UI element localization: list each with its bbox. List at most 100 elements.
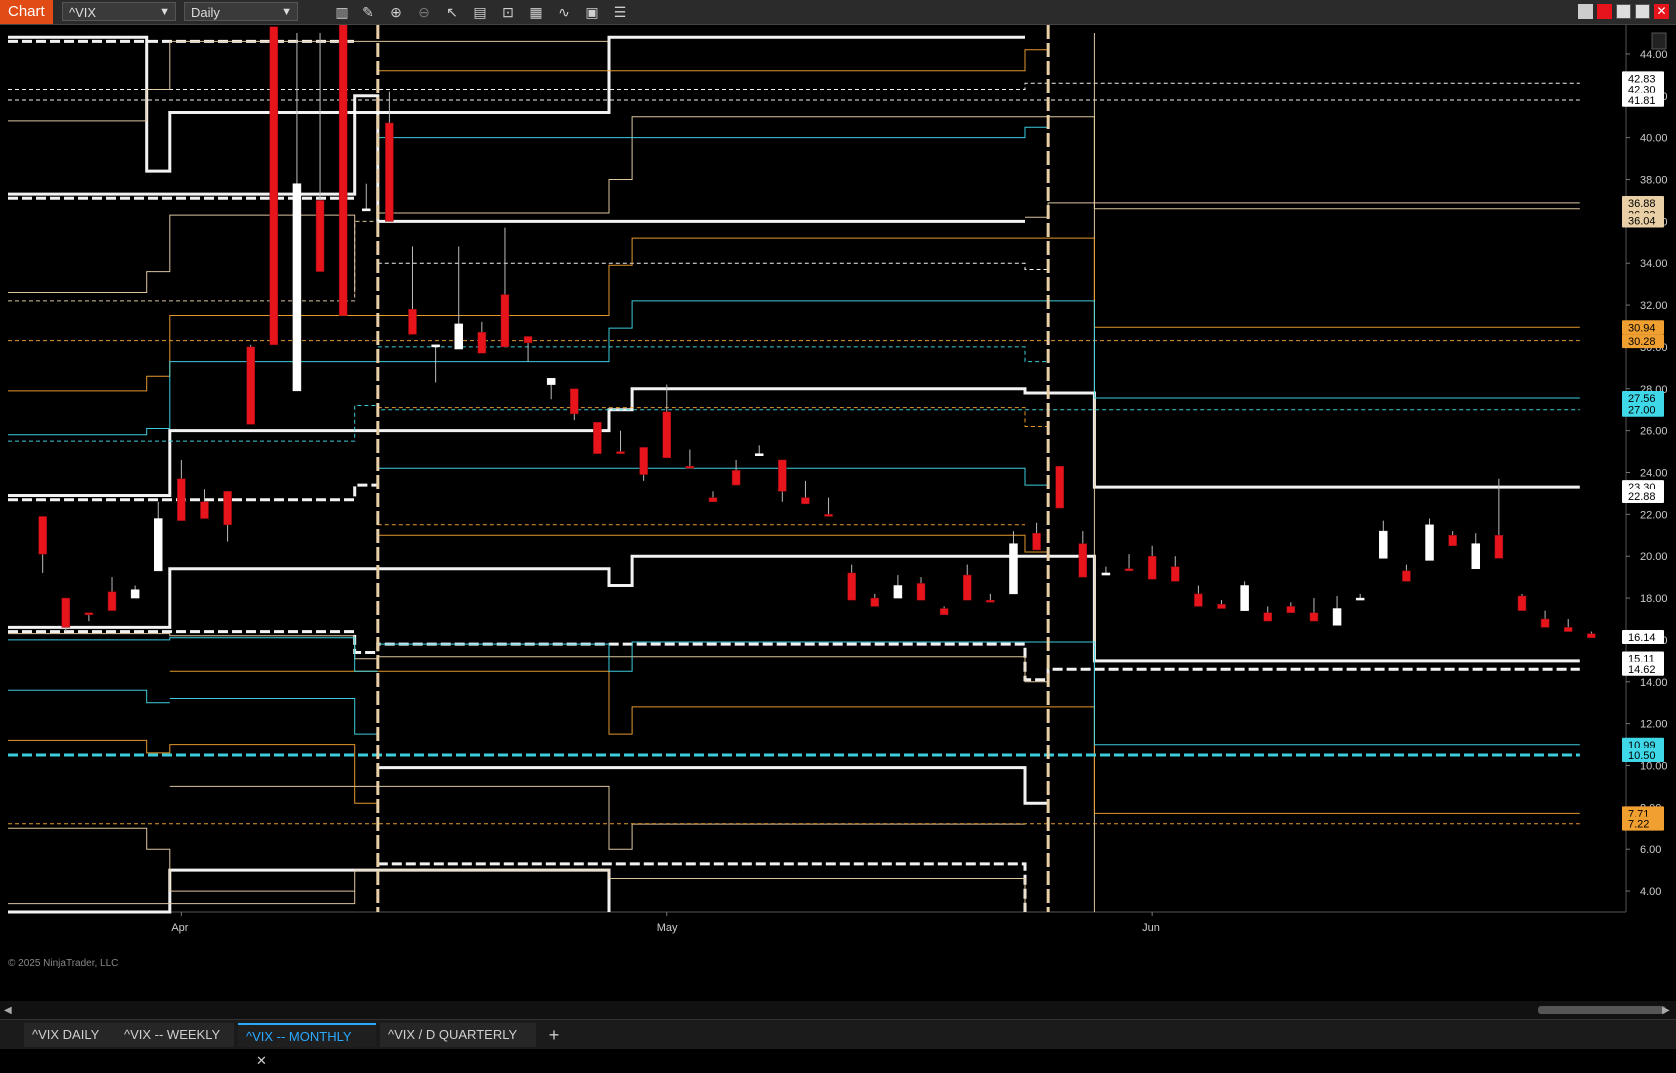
y-tick-label: 22.00 <box>1640 509 1668 521</box>
candle-body <box>130 589 140 599</box>
copyright-text: © 2025 NinjaTrader, LLC <box>8 958 119 969</box>
candle-body <box>362 208 371 212</box>
bar-type-icon[interactable]: ▥ <box>332 2 352 22</box>
y-tick-label: 40.00 <box>1640 133 1668 145</box>
indicators-icon[interactable]: ▦ <box>526 2 546 22</box>
y-tick-label: 44.00 <box>1640 49 1668 61</box>
zoom-out-icon[interactable]: ⊖ <box>414 2 434 22</box>
add-tab-icon[interactable]: + <box>543 1023 565 1047</box>
candle-body <box>223 491 232 526</box>
candle-body <box>1448 535 1457 546</box>
candle-body <box>1078 543 1088 578</box>
price-marker-label: 10.50 <box>1628 750 1656 762</box>
candle-body <box>1009 543 1018 595</box>
candle-body <box>1517 595 1527 611</box>
x-axis-labels: Apr May Jun <box>171 912 1160 934</box>
candle-body <box>1240 585 1249 611</box>
candle-body <box>778 459 787 492</box>
template-icon[interactable]: ⊡ <box>498 2 518 22</box>
candle-body <box>847 572 856 601</box>
candle-body <box>431 344 440 348</box>
candle-body <box>408 309 417 335</box>
price-marker-label: 41.81 <box>1628 95 1656 107</box>
y-axis-ticks: 4.006.008.0010.0012.0014.0016.0018.0020.… <box>1626 49 1668 898</box>
tab-vix-weekly[interactable]: ^VIX -- WEEKLY <box>116 1023 234 1047</box>
maximize-icon[interactable] <box>1635 4 1650 19</box>
candle-body <box>893 585 903 599</box>
horizontal-scrollbar[interactable]: ◀ ▶ <box>0 1001 1676 1019</box>
candle-body <box>708 497 718 503</box>
candle-body <box>500 294 510 348</box>
candle-body <box>1032 532 1041 551</box>
y-tick-label: 32.00 <box>1640 300 1668 312</box>
chart-title-label: Chart <box>0 0 53 24</box>
candle-body <box>177 478 186 521</box>
y-tick-label: 34.00 <box>1640 258 1668 270</box>
pencil-icon[interactable]: ✎ <box>358 2 378 22</box>
candle-body <box>1402 570 1411 582</box>
price-marker-label: 30.94 <box>1628 322 1656 334</box>
candle-body <box>1055 465 1064 509</box>
candle-body <box>1171 566 1180 582</box>
strategy-icon[interactable]: ∿ <box>554 2 574 22</box>
panel-toggle-icon <box>1651 32 1667 50</box>
chart-panel[interactable]: 4.006.008.0010.0012.0014.0016.0018.0020.… <box>0 0 1676 1025</box>
candle-body <box>1540 618 1550 628</box>
y-tick-label: 26.00 <box>1640 426 1668 438</box>
candle-body <box>685 465 695 469</box>
tab-label: ^VIX DAILY <box>32 1027 100 1042</box>
candle-body <box>962 574 972 601</box>
chart-tab-bar: ^VIX DAILY ^VIX -- WEEKLY ^VIX -- MONTHL… <box>0 1019 1676 1068</box>
tab-label: ^VIX / D QUARTERLY <box>388 1027 518 1042</box>
candle-body <box>84 612 94 616</box>
candle-body <box>292 183 302 392</box>
properties-icon[interactable]: ▤ <box>470 2 490 22</box>
restore-layout-icon[interactable] <box>1578 4 1593 19</box>
y-tick-label: 6.00 <box>1640 844 1661 856</box>
candle-body <box>1379 530 1388 559</box>
candle-body <box>1124 568 1134 572</box>
link-color-icon[interactable] <box>1597 4 1612 19</box>
list-icon[interactable]: ☰ <box>610 2 630 22</box>
candle-body <box>477 332 487 354</box>
pointer-icon[interactable]: ↖ <box>442 2 462 22</box>
price-marker-label: 27.00 <box>1628 405 1656 417</box>
candle-body <box>1286 606 1296 613</box>
tab-label: ^VIX -- MONTHLY <box>246 1029 352 1044</box>
candle-body <box>246 346 255 425</box>
candle-body <box>338 0 348 316</box>
candle-body <box>153 518 163 572</box>
candle-body <box>1494 535 1504 559</box>
candle-body <box>1563 627 1573 632</box>
close-tab-icon[interactable]: ✕ <box>256 1053 267 1068</box>
price-chart[interactable]: 4.006.008.0010.0012.0014.0016.0018.0020.… <box>0 0 1676 1025</box>
candle-body <box>570 388 579 415</box>
tab-label: ^VIX -- WEEKLY <box>124 1027 221 1042</box>
candle-body <box>1425 524 1434 561</box>
candle-body <box>801 497 810 505</box>
candle-body <box>1309 612 1319 622</box>
candle-body <box>1194 593 1203 607</box>
scroll-left-icon[interactable]: ◀ <box>4 1005 12 1016</box>
candle-body <box>385 122 394 222</box>
scrollbar-thumb[interactable] <box>1538 1006 1666 1014</box>
interval-selector[interactable]: Daily ▼ <box>184 2 298 21</box>
tab-vix-monthly[interactable]: ^VIX -- MONTHLY ✕ <box>238 1023 376 1068</box>
y-tick-label: 4.00 <box>1640 886 1661 898</box>
tab-vix-quarterly[interactable]: ^VIX / D QUARTERLY <box>380 1023 536 1047</box>
close-icon[interactable]: ✕ <box>1654 4 1669 19</box>
y-tick-label: 24.00 <box>1640 468 1668 480</box>
instrument-selector[interactable]: ^VIX ▼ <box>62 2 176 21</box>
candle-body <box>916 583 926 601</box>
calculator-icon[interactable]: ▣ <box>582 2 602 22</box>
zoom-in-icon[interactable]: ⊕ <box>386 2 406 22</box>
price-marker-label: 16.14 <box>1628 632 1656 644</box>
candle-body <box>546 378 556 385</box>
minimize-icon[interactable] <box>1616 4 1631 19</box>
candle-body <box>107 591 117 611</box>
y-tick-label: 38.00 <box>1640 175 1668 187</box>
x-tick-label: Apr <box>171 922 188 934</box>
tab-vix-daily[interactable]: ^VIX DAILY <box>24 1023 120 1047</box>
scroll-right-icon[interactable]: ▶ <box>1662 1005 1670 1016</box>
candle-body <box>1147 555 1157 580</box>
